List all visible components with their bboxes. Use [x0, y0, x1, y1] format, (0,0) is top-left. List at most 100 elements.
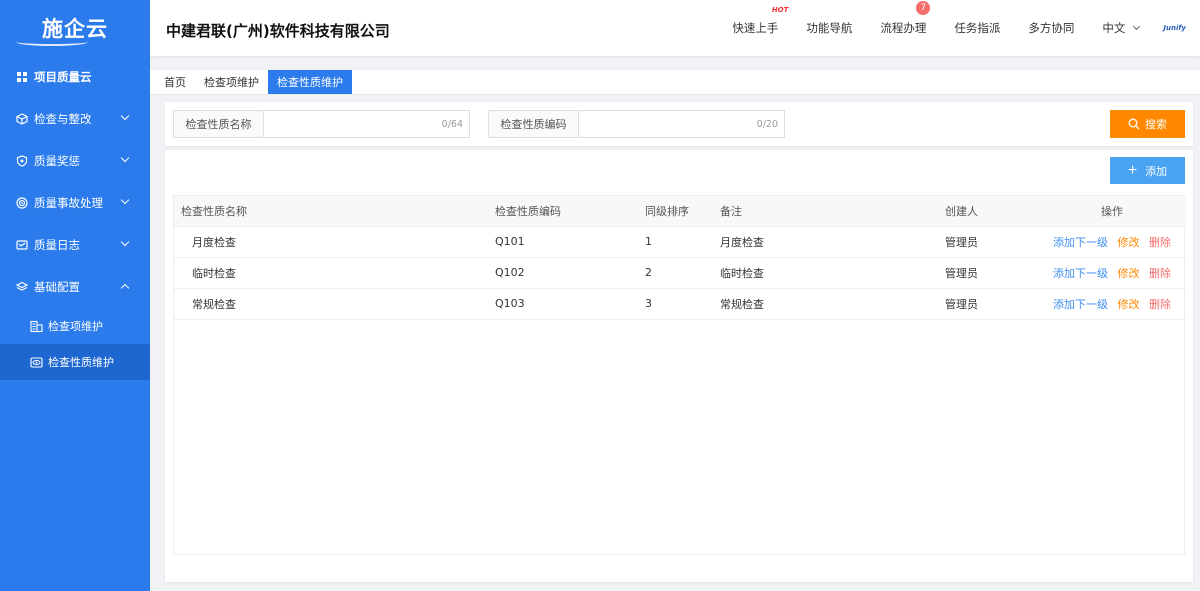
sidebar-item-accident[interactable]: 质量事故处理	[0, 182, 150, 224]
tab-inspection-nature[interactable]: 检查性质维护	[268, 70, 352, 94]
search-button-label: 搜索	[1145, 119, 1167, 131]
col-header-op: 操作	[1038, 196, 1186, 227]
table-row: 常规检查 Q103 3 常规检查 管理员 添加下一级 修改 删除	[174, 288, 1186, 320]
cell-actions: 添加下一级 修改 删除	[1038, 226, 1186, 258]
cell-name: 月度检查	[174, 226, 488, 258]
code-search-input[interactable]	[579, 111, 757, 137]
name-field-label: 检查性质名称	[174, 111, 264, 137]
chevron-down-icon	[120, 195, 130, 205]
add-child-link[interactable]: 添加下一级	[1053, 236, 1108, 249]
sidebar-subitem-inspection-nature[interactable]: 检查性质维护	[0, 344, 150, 380]
code-field-label: 检查性质编码	[489, 111, 579, 137]
sidebar-item-quality-log[interactable]: 质量日志	[0, 224, 150, 266]
table-header-row: 检查性质名称 检查性质编码 同级排序 备注 创建人 操作	[174, 196, 1186, 227]
cell-code: Q103	[488, 288, 638, 320]
sidebar-item-inspection[interactable]: 检查与整改	[0, 98, 150, 140]
sidebar-subitem-inspection-item[interactable]: 检查项维护	[0, 308, 150, 344]
edit-link[interactable]: 修改	[1118, 236, 1140, 249]
cell-remark: 常规检查	[713, 288, 938, 320]
sidebar-item-base-config[interactable]: 基础配置	[0, 266, 150, 308]
sidebar-item-label: 基础配置	[34, 280, 80, 294]
nav-process[interactable]: 流程办理 7	[880, 1, 931, 36]
col-header-creator: 创建人	[938, 196, 1038, 227]
company-title: 中建君联(广州)软件科技有限公司	[166, 22, 390, 40]
cell-name: 常规检查	[174, 288, 488, 320]
cell-creator: 管理员	[938, 226, 1038, 258]
code-char-count: 0/20	[756, 118, 778, 130]
cube-icon	[16, 113, 28, 125]
delete-link[interactable]: 删除	[1149, 236, 1171, 249]
chevron-down-icon	[120, 237, 130, 247]
plus-icon: +	[1127, 161, 1138, 179]
logo[interactable]: 施企云	[0, 0, 150, 56]
chevron-down-icon	[1133, 22, 1141, 31]
table-row: 临时检查 Q102 2 临时检查 管理员 添加下一级 修改 删除	[174, 257, 1186, 289]
building-icon	[30, 320, 43, 333]
hot-badge: HOT	[771, 6, 789, 14]
search-icon	[1128, 118, 1140, 130]
add-child-link[interactable]: 添加下一级	[1053, 298, 1108, 311]
sidebar-item-rewards[interactable]: 质量奖惩	[0, 140, 150, 182]
name-search-field: 检查性质名称 0/64	[173, 110, 470, 138]
eye-card-icon	[30, 356, 43, 369]
header: 中建君联(广州)软件科技有限公司 快速上手 HOT 功能导航 流程办理 7 任务…	[150, 0, 1200, 56]
tab-inspection-item[interactable]: 检查项维护	[195, 70, 268, 94]
search-button[interactable]: 搜索	[1110, 110, 1185, 138]
add-button[interactable]: + 添加	[1110, 157, 1185, 184]
log-icon	[16, 239, 28, 251]
language-label: 中文	[1102, 21, 1126, 35]
nav-function-guide[interactable]: 功能导航	[806, 20, 852, 36]
grid-icon	[16, 71, 28, 83]
sidebar-subitem-label: 检查项维护	[48, 320, 103, 333]
col-header-code: 检查性质编码	[488, 196, 638, 227]
cell-code: Q101	[488, 226, 638, 258]
add-button-label: 添加	[1145, 165, 1168, 178]
sidebar: 施企云 项目质量云 检查与整改 质量奖惩 质量事故处理 质量日志 基础配置 检查…	[0, 0, 150, 591]
tab-home[interactable]: 首页	[155, 70, 195, 94]
name-search-input[interactable]	[264, 111, 442, 137]
sidebar-item-label: 项目质量云	[34, 70, 92, 84]
col-header-remark: 备注	[713, 196, 938, 227]
edit-link[interactable]: 修改	[1118, 267, 1140, 280]
tab-bar: 首页 检查项维护 检查性质维护	[150, 70, 1200, 95]
chevron-up-icon	[120, 283, 130, 293]
data-table: 检查性质名称 检查性质编码 同级排序 备注 创建人 操作 月度检查 Q101 1…	[173, 195, 1186, 555]
cell-code: Q102	[488, 257, 638, 289]
sidebar-item-label: 检查与整改	[34, 112, 92, 126]
search-panel: 检查性质名称 0/64 检查性质编码 0/20 搜索	[165, 102, 1193, 146]
shield-icon	[16, 155, 28, 167]
delete-link[interactable]: 删除	[1149, 298, 1171, 311]
target-icon	[16, 197, 28, 209]
cell-actions: 添加下一级 修改 删除	[1038, 288, 1186, 320]
cell-order: 3	[638, 288, 713, 320]
cell-creator: 管理员	[938, 288, 1038, 320]
cell-order: 2	[638, 257, 713, 289]
sidebar-item-label: 质量日志	[34, 238, 80, 252]
nav-collaboration[interactable]: 多方协同	[1028, 20, 1074, 36]
top-nav: 快速上手 HOT 功能导航 流程办理 7 任务指派 多方协同 中文 Junify	[718, 0, 1200, 56]
brand-logo: Junify	[1163, 24, 1186, 32]
sidebar-item-label: 质量事故处理	[34, 196, 103, 210]
sidebar-subitem-label: 检查性质维护	[48, 356, 114, 369]
name-char-count: 0/64	[441, 118, 463, 130]
add-child-link[interactable]: 添加下一级	[1053, 267, 1108, 280]
process-count-badge: 7	[916, 1, 931, 15]
nav-quick-start[interactable]: 快速上手 HOT	[732, 6, 788, 36]
edit-link[interactable]: 修改	[1118, 298, 1140, 311]
code-search-field: 检查性质编码 0/20	[488, 110, 785, 138]
sidebar-item-label: 质量奖惩	[34, 154, 80, 168]
main-panel: + 添加 检查性质名称 检查性质编码 同级排序 备注 创建人 操作 月度检查 Q…	[165, 150, 1193, 582]
table-row: 月度检查 Q101 1 月度检查 管理员 添加下一级 修改 删除	[174, 226, 1186, 258]
sidebar-item-project-quality-cloud[interactable]: 项目质量云	[0, 56, 150, 98]
cell-order: 1	[638, 226, 713, 258]
cell-actions: 添加下一级 修改 删除	[1038, 257, 1186, 289]
nav-task-assign[interactable]: 任务指派	[954, 20, 1000, 36]
cell-remark: 临时检查	[713, 257, 938, 289]
cell-remark: 月度检查	[713, 226, 938, 258]
layers-icon	[16, 281, 28, 293]
cell-creator: 管理员	[938, 257, 1038, 289]
chevron-down-icon	[120, 153, 130, 163]
language-select[interactable]: 中文	[1102, 20, 1141, 36]
nav-label: 流程办理	[880, 21, 927, 35]
delete-link[interactable]: 删除	[1149, 267, 1171, 280]
